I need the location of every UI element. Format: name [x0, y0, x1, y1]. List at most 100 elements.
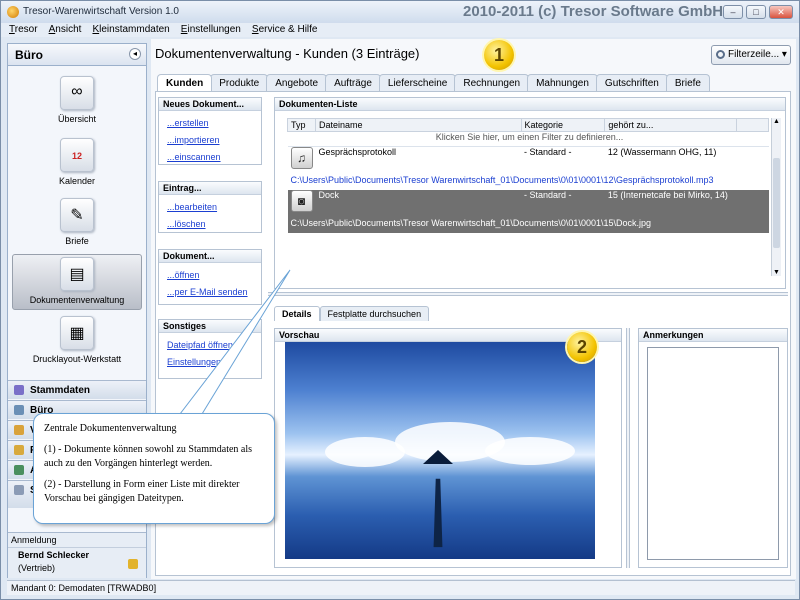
title-bar: Tresor-Warenwirtschaft Version 1.0 2010-… [1, 1, 799, 23]
calendar-icon: 12 [60, 138, 94, 172]
brand-text: 2010-2011 (c) Tresor Software GmbH [463, 3, 724, 20]
search-icon [716, 50, 725, 59]
col-extra [736, 118, 769, 132]
cell-dateiname: Gesprächsprotokoll [318, 147, 397, 157]
letter-icon: ✎ [60, 198, 94, 232]
table-row-path[interactable]: C:\Users\Public\Documents\Tresor Warenwi… [288, 175, 769, 190]
callout-text-2: (2) - Darstellung in Form einer Liste mi… [44, 479, 240, 504]
list-scrollbar[interactable]: ▲ ▼ [771, 118, 781, 276]
tab-mahnungen[interactable]: Mahnungen [527, 74, 598, 91]
col-kategorie[interactable]: Kategorie [520, 118, 606, 132]
overview-icon: ∞ [60, 76, 94, 110]
panel-title: Neues Dokument... [159, 98, 261, 111]
filter-row[interactable]: Klicken Sie hier, um einen Filter zu def… [287, 131, 769, 147]
login-role: (Vertrieb) [18, 563, 56, 573]
sidebar-item-briefe[interactable]: ✎ Briefe [12, 196, 142, 254]
tab-details[interactable]: Details [274, 306, 320, 321]
maximize-button[interactable]: □ [746, 5, 766, 19]
panel-neues-dokument: Neues Dokument... ...erstellen ...import… [158, 97, 262, 165]
link-dateipfad-oeffnen[interactable]: Dateipfad öffnen [167, 340, 261, 350]
close-button[interactable]: ✕ [769, 5, 793, 19]
link-oeffnen[interactable]: ...öffnen [167, 270, 261, 280]
sidebar-item-uebersicht[interactable]: ∞ Übersicht [12, 74, 142, 132]
scroll-down-icon[interactable]: ▼ [772, 269, 781, 276]
menu-kleinstammdaten[interactable]: Kleinstammdaten [92, 23, 169, 37]
login-title: Anmeldung [8, 533, 146, 548]
table-row-path-selected[interactable]: C:\Users\Public\Documents\Tresor Warenwi… [287, 217, 769, 233]
menu-service-hilfe[interactable]: Service & Hilfe [252, 23, 318, 37]
cell-kategorie: - Standard - [524, 147, 572, 157]
menu-bar: Tresor Ansicht Kleinstammdaten Einstellu… [1, 23, 799, 37]
panel-title: Eintrag... [159, 182, 261, 195]
window-title: Tresor-Warenwirtschaft Version 1.0 [23, 6, 179, 17]
scroll-up-icon[interactable]: ▲ [772, 118, 781, 125]
print-layout-icon: ▦ [60, 316, 94, 350]
cell-gehoert-zu: 12 (Wassermann OHG, 11) [607, 147, 717, 157]
preview-panel: Vorschau 2 [274, 328, 622, 568]
notes-textarea[interactable] [647, 347, 779, 560]
link-importieren[interactable]: ...importieren [167, 135, 261, 145]
minimize-button[interactable]: – [723, 5, 743, 19]
link-einscannen[interactable]: ...einscannen [167, 152, 261, 162]
cell-gehoert-zu: 15 (Internetcafe bei Mirko, 14) [604, 189, 737, 218]
document-list-title: Dokumenten-Liste [275, 98, 785, 111]
sidebar-item-dokumentenverwaltung[interactable]: ▤ Dokumentenverwaltung [12, 254, 142, 310]
sidebar-item-drucklayout[interactable]: ▦ Drucklayout-Werkstatt [12, 314, 142, 372]
splitter[interactable] [268, 292, 788, 296]
lock-icon[interactable] [128, 559, 138, 569]
audio-file-icon: ♫ [290, 147, 313, 169]
tab-bar: Kunden Produkte Angebote Aufträge Liefer… [157, 74, 710, 91]
callout-marker-2: 2 [567, 332, 597, 362]
callout-heading: Zentrale Dokumentenverwaltung [44, 423, 177, 434]
login-user: Bernd Schlecker [18, 550, 90, 560]
sidebar-item-kalender[interactable]: 12 Kalender [12, 136, 142, 194]
nav-stammdaten[interactable]: Stammdaten [8, 380, 146, 399]
menu-ansicht[interactable]: Ansicht [49, 23, 82, 37]
sidebar-item-label: Übersicht [57, 114, 96, 124]
sidebar-item-label: Kalender [58, 176, 96, 186]
col-dateiname[interactable]: Dateiname [314, 118, 522, 132]
link-loeschen[interactable]: ...löschen [167, 219, 261, 229]
sidebar-item-label: Drucklayout-Werkstatt [32, 354, 122, 364]
vertical-splitter[interactable] [626, 328, 630, 568]
documents-icon: ▤ [60, 257, 94, 291]
document-list-panel: Dokumenten-Liste Typ Dateiname Kategorie… [274, 97, 786, 289]
subtab-bar: Details Festplatte durchsuchen [274, 306, 430, 321]
callout-text-1: (1) - Dokumente können sowohl zu Stammda… [44, 444, 253, 469]
document-table: Typ Dateiname Kategorie gehört zu... Kli… [287, 118, 769, 233]
tab-produkte[interactable]: Produkte [210, 74, 269, 91]
tab-festplatte-durchsuchen[interactable]: Festplatte durchsuchen [319, 306, 430, 321]
tab-auftraege[interactable]: Aufträge [325, 74, 381, 91]
collapse-icon[interactable]: ◂ [129, 48, 141, 60]
cell-path: C:\Users\Public\Documents\Tresor Warenwi… [287, 217, 769, 233]
link-erstellen[interactable]: ...erstellen [167, 118, 261, 128]
tab-lieferscheine[interactable]: Lieferscheine [378, 74, 457, 91]
link-email-senden[interactable]: ...per E-Mail senden [167, 287, 261, 297]
scroll-thumb[interactable] [773, 158, 780, 248]
cell-dateiname: Dock [315, 189, 522, 218]
panel-dokument: Dokument... ...öffnen ...per E-Mail send… [158, 249, 262, 305]
table-row[interactable]: ♫ Gesprächsprotokoll - Standard - 12 (Wa… [288, 147, 769, 175]
filter-button[interactable]: Filterzeile... ▾ [711, 45, 791, 65]
table-row-selected[interactable]: ◙ Dock - Standard - 15 (Internetcafe bei… [287, 189, 769, 218]
link-einstellungen[interactable]: Einstellungen [167, 357, 261, 367]
menu-tresor[interactable]: Tresor [9, 23, 38, 37]
status-bar: Mandant 0: Demodaten [TRWADB0] [7, 580, 795, 595]
link-bearbeiten[interactable]: ...bearbeiten [167, 202, 261, 212]
page-title: Dokumentenverwaltung - Kunden (3 Einträg… [155, 46, 420, 61]
cell-kategorie: - Standard - [521, 189, 605, 218]
menu-einstellungen[interactable]: Einstellungen [181, 23, 241, 37]
tab-gutschriften[interactable]: Gutschriften [595, 74, 668, 91]
sidebar-title: Büro [15, 48, 43, 62]
panel-eintrag: Eintrag... ...bearbeiten ...löschen [158, 181, 262, 233]
sidebar-header: Büro ◂ [8, 44, 146, 66]
panel-title: Sonstiges [159, 320, 261, 333]
panel-title: Dokument... [159, 250, 261, 263]
col-gehoert-zu[interactable]: gehört zu... [604, 118, 738, 132]
tab-rechnungen[interactable]: Rechnungen [454, 74, 530, 91]
panel-sonstiges: Sonstiges Dateipfad öffnen Einstellungen [158, 319, 262, 379]
col-typ[interactable]: Typ [287, 118, 316, 132]
tab-angebote[interactable]: Angebote [266, 74, 328, 91]
tab-briefe[interactable]: Briefe [665, 74, 710, 91]
tab-kunden[interactable]: Kunden [157, 74, 213, 91]
